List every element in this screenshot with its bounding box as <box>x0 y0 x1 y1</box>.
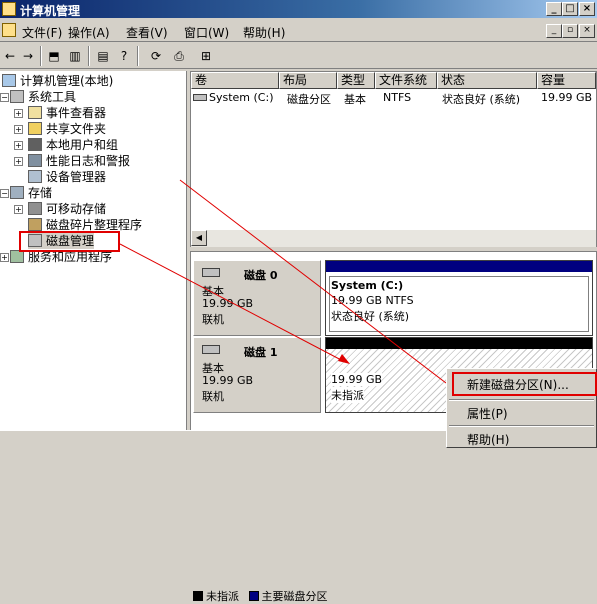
legend: 未指派 主要磁盘分区 <box>193 588 596 603</box>
arrow-line <box>179 179 447 384</box>
highlight-new-partition <box>452 372 597 396</box>
legend-unallocated-swatch <box>193 591 203 601</box>
menu-separator <box>449 399 594 401</box>
menu-help-item[interactable]: 帮助(H) <box>467 431 509 448</box>
menu-properties[interactable]: 属性(P) <box>467 405 508 422</box>
arrow-line <box>119 243 346 363</box>
menu-separator <box>449 425 594 427</box>
legend-unallocated: 未指派 <box>206 590 239 603</box>
legend-primary-swatch <box>248 591 259 601</box>
arrow-head <box>338 354 350 364</box>
legend-primary: 主要磁盘分区 <box>261 590 328 603</box>
